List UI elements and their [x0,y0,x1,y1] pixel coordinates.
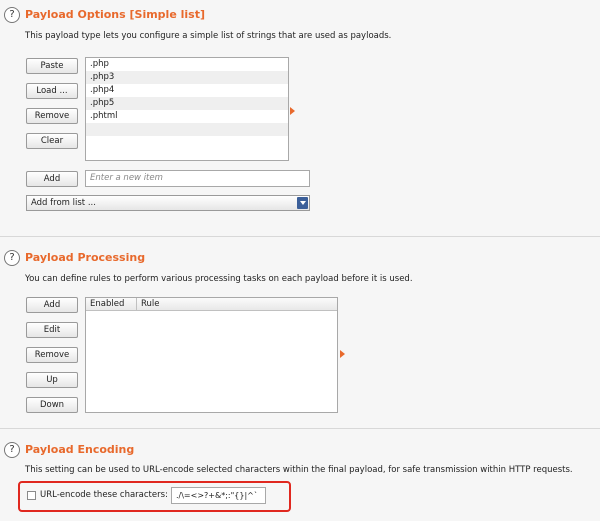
help-icon[interactable]: ? [4,250,20,266]
payload-encoding-description: This setting can be used to URL-encode s… [25,465,573,475]
chevron-down-icon[interactable] [297,197,308,209]
edit-rule-button[interactable]: Edit [26,322,78,338]
payload-options-title: Payload Options [Simple list] [25,8,205,21]
move-up-button[interactable]: Up [26,372,78,388]
add-from-list-select[interactable]: Add from list ... [26,195,310,211]
list-item [86,123,288,136]
list-item[interactable]: .php5 [86,97,288,110]
encode-characters-input[interactable]: ./\=<>?+&*;:"{}|^` [171,487,266,504]
url-encode-label: URL-encode these characters: [40,490,168,500]
add-from-list-label: Add from list ... [31,198,96,208]
add-item-button[interactable]: Add [26,171,78,187]
divider [0,428,600,429]
list-item[interactable]: .php4 [86,84,288,97]
load-button[interactable]: Load ... [26,83,78,99]
expand-arrow-icon[interactable] [340,350,345,358]
column-header-rule[interactable]: Rule [137,298,337,310]
paste-button[interactable]: Paste [26,58,78,74]
rules-table-header: Enabled Rule [86,298,337,311]
remove-button[interactable]: Remove [26,108,78,124]
payload-list[interactable]: .php .php3 .php4 .php5 .phtml [85,57,289,161]
clear-button[interactable]: Clear [26,133,78,149]
list-item[interactable]: .phtml [86,110,288,123]
payload-options-description: This payload type lets you configure a s… [25,31,392,41]
url-encode-checkbox[interactable] [27,491,36,500]
list-item[interactable]: .php3 [86,71,288,84]
list-item[interactable]: .php [86,58,288,71]
remove-rule-button[interactable]: Remove [26,347,78,363]
payload-processing-description: You can define rules to perform various … [25,274,413,284]
column-header-enabled[interactable]: Enabled [86,298,137,310]
add-rule-button[interactable]: Add [26,297,78,313]
move-down-button[interactable]: Down [26,397,78,413]
rules-table[interactable]: Enabled Rule [85,297,338,413]
payload-encoding-title: Payload Encoding [25,443,135,456]
help-icon[interactable]: ? [4,7,20,23]
new-item-input[interactable]: Enter a new item [85,170,310,187]
payload-processing-title: Payload Processing [25,251,146,264]
divider [0,236,600,237]
expand-arrow-icon[interactable] [290,107,295,115]
help-icon[interactable]: ? [4,442,20,458]
